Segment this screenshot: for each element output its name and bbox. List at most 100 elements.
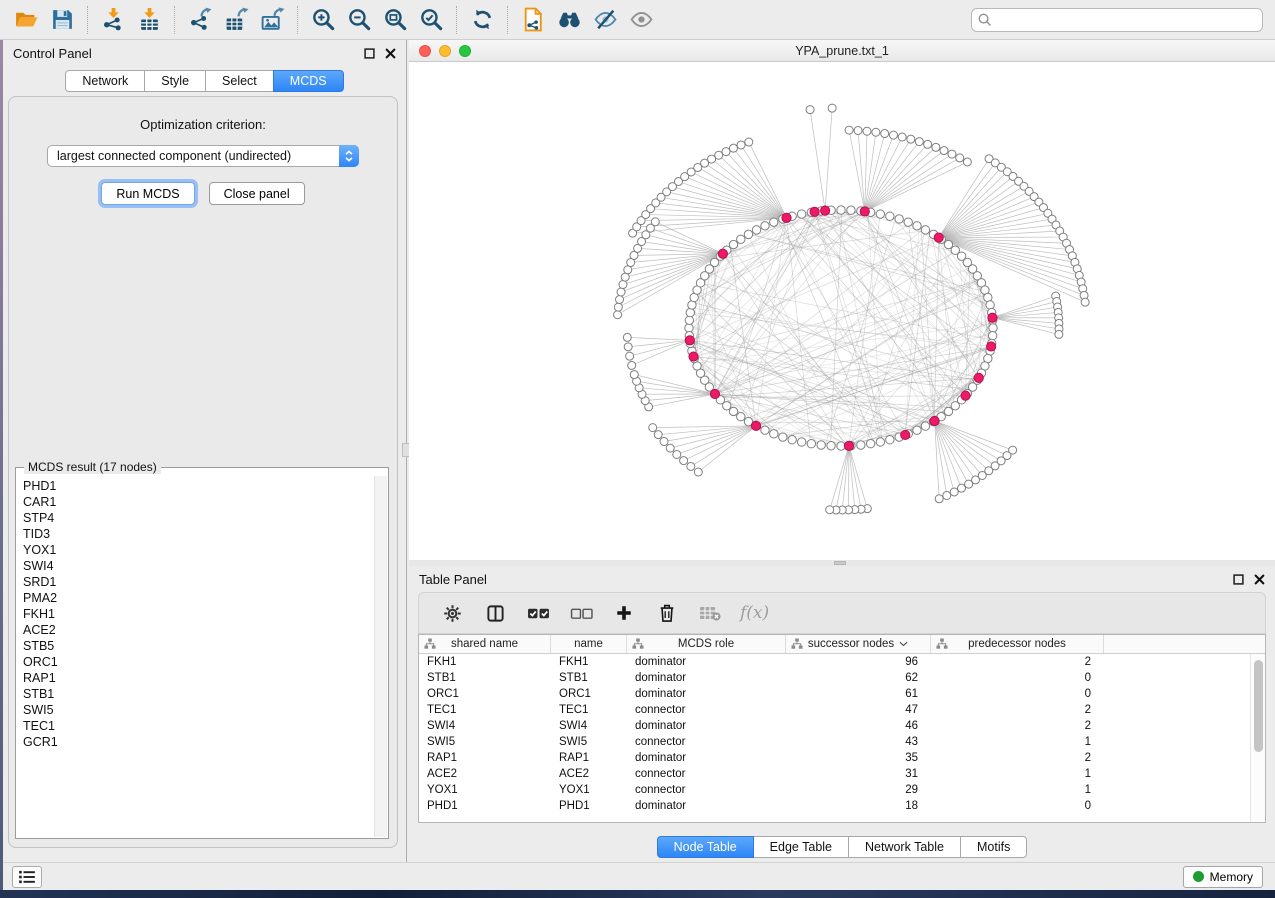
network-edge[interactable] bbox=[715, 229, 924, 394]
search-network-button[interactable] bbox=[551, 4, 587, 36]
network-node[interactable] bbox=[626, 352, 634, 360]
network-edge[interactable] bbox=[939, 176, 1013, 237]
table-cell[interactable]: connector bbox=[627, 702, 786, 718]
mcds-dominator-node[interactable] bbox=[810, 207, 819, 216]
network-edge[interactable] bbox=[628, 340, 690, 346]
table-cell[interactable]: 2 bbox=[931, 702, 1104, 718]
table-cell[interactable]: STB1 bbox=[419, 670, 551, 686]
network-node[interactable] bbox=[623, 333, 631, 341]
table-row[interactable]: STB1STB1dominator620 bbox=[419, 670, 1265, 686]
tab-edge-table[interactable]: Edge Table bbox=[753, 836, 849, 858]
network-node[interactable] bbox=[898, 133, 906, 141]
network-edge[interactable] bbox=[992, 318, 1059, 329]
network-node[interactable] bbox=[614, 303, 622, 311]
network-edge[interactable] bbox=[935, 421, 989, 471]
refresh-view-button[interactable] bbox=[464, 4, 500, 36]
memory-button[interactable]: Memory bbox=[1183, 866, 1263, 888]
table-cell[interactable]: 2 bbox=[931, 654, 1104, 670]
network-node[interactable] bbox=[921, 226, 929, 234]
network-edge[interactable] bbox=[849, 130, 865, 211]
network-node[interactable] bbox=[752, 226, 760, 234]
table-cell[interactable]: connector bbox=[627, 766, 786, 782]
table-row[interactable]: TEC1TEC1connector472 bbox=[419, 702, 1265, 718]
mcds-result-item[interactable]: STB5 bbox=[23, 638, 367, 654]
export-table-button[interactable] bbox=[218, 4, 254, 36]
table-cell[interactable]: 35 bbox=[786, 750, 931, 766]
mcds-result-item[interactable]: ORC1 bbox=[23, 654, 367, 670]
network-node[interactable] bbox=[826, 506, 834, 514]
network-node[interactable] bbox=[685, 316, 693, 324]
float-panel-icon[interactable] bbox=[364, 48, 375, 59]
network-node[interactable] bbox=[986, 301, 994, 309]
network-node[interactable] bbox=[904, 218, 912, 226]
table-row[interactable]: PHD1PHD1dominator180 bbox=[419, 798, 1265, 814]
table-cell[interactable]: dominator bbox=[627, 750, 786, 766]
network-node[interactable] bbox=[958, 484, 966, 492]
network-edge[interactable] bbox=[935, 421, 983, 475]
function-builder-button[interactable]: f(x) bbox=[740, 603, 769, 623]
network-node[interactable] bbox=[788, 436, 796, 444]
network-node[interactable] bbox=[915, 138, 923, 146]
table-row[interactable]: ACE2ACE2connector311 bbox=[419, 766, 1265, 782]
network-node[interactable] bbox=[660, 438, 668, 446]
import-table-button[interactable] bbox=[131, 4, 167, 36]
mcds-result-item[interactable]: ACE2 bbox=[23, 622, 367, 638]
mcds-dominator-node[interactable] bbox=[961, 391, 970, 400]
mcds-dominator-node[interactable] bbox=[718, 249, 727, 258]
network-edge[interactable] bbox=[939, 197, 1034, 238]
network-edge[interactable] bbox=[939, 191, 1029, 237]
table-cell[interactable]: dominator bbox=[627, 654, 786, 670]
mcds-dominator-node[interactable] bbox=[974, 373, 983, 382]
table-cell[interactable]: SWI4 bbox=[419, 718, 551, 734]
table-cell[interactable]: dominator bbox=[627, 798, 786, 814]
network-edge[interactable] bbox=[842, 446, 849, 510]
network-edge[interactable] bbox=[939, 238, 955, 407]
close-panel-button[interactable]: Close panel bbox=[209, 182, 305, 205]
network-node[interactable] bbox=[895, 215, 903, 223]
mcds-result-item[interactable]: TEC1 bbox=[23, 718, 367, 734]
network-edge[interactable] bbox=[649, 394, 715, 407]
table-cell[interactable]: 2 bbox=[931, 718, 1104, 734]
network-node[interactable] bbox=[628, 361, 636, 369]
network-node[interactable] bbox=[745, 138, 753, 146]
close-panel-icon[interactable] bbox=[385, 48, 396, 59]
create-column-button[interactable] bbox=[607, 597, 641, 629]
network-node[interactable] bbox=[872, 128, 880, 136]
table-cell[interactable]: FKH1 bbox=[419, 654, 551, 670]
network-edge[interactable] bbox=[698, 426, 756, 472]
network-edge[interactable] bbox=[630, 340, 690, 356]
mcds-result-item[interactable]: STB1 bbox=[23, 686, 367, 702]
table-cell[interactable]: 0 bbox=[931, 670, 1104, 686]
network-node[interactable] bbox=[1055, 330, 1063, 338]
network-node[interactable] bbox=[619, 281, 627, 289]
network-edge[interactable] bbox=[865, 144, 928, 211]
network-node[interactable] bbox=[770, 430, 778, 438]
table-row[interactable]: SWI4SWI4dominator462 bbox=[419, 718, 1265, 734]
network-edge[interactable] bbox=[749, 142, 787, 218]
network-edge[interactable] bbox=[715, 251, 956, 394]
network-edge[interactable] bbox=[905, 227, 919, 435]
column-header[interactable]: predecessor nodes bbox=[931, 635, 1104, 653]
table-row[interactable]: ORC1ORC1dominator610 bbox=[419, 686, 1265, 702]
show-graphics-details-button[interactable] bbox=[623, 4, 659, 36]
table-cell[interactable]: 1 bbox=[931, 734, 1104, 750]
mcds-result-item[interactable]: YOX1 bbox=[23, 542, 367, 558]
network-edge[interactable] bbox=[639, 388, 715, 394]
run-mcds-button[interactable]: Run MCDS bbox=[101, 182, 194, 205]
network-node[interactable] bbox=[687, 462, 695, 470]
network-node[interactable] bbox=[797, 210, 805, 218]
delete-column-button[interactable] bbox=[650, 597, 684, 629]
network-node[interactable] bbox=[951, 402, 959, 410]
network-node[interactable] bbox=[935, 495, 943, 503]
table-cell[interactable]: 43 bbox=[786, 734, 931, 750]
table-cell[interactable]: SWI5 bbox=[419, 734, 551, 750]
column-header[interactable]: successor nodes bbox=[786, 635, 931, 653]
network-node[interactable] bbox=[837, 206, 845, 214]
criterion-dropdown[interactable]: largest connected component (undirected) bbox=[47, 145, 359, 167]
table-cell[interactable]: SWI5 bbox=[551, 734, 627, 750]
table-cell[interactable]: TEC1 bbox=[419, 702, 551, 718]
network-canvas[interactable] bbox=[409, 62, 1275, 559]
network-node[interactable] bbox=[654, 431, 662, 439]
table-cell[interactable]: 31 bbox=[786, 766, 931, 782]
table-scrollbar-thumb[interactable] bbox=[1254, 660, 1263, 752]
